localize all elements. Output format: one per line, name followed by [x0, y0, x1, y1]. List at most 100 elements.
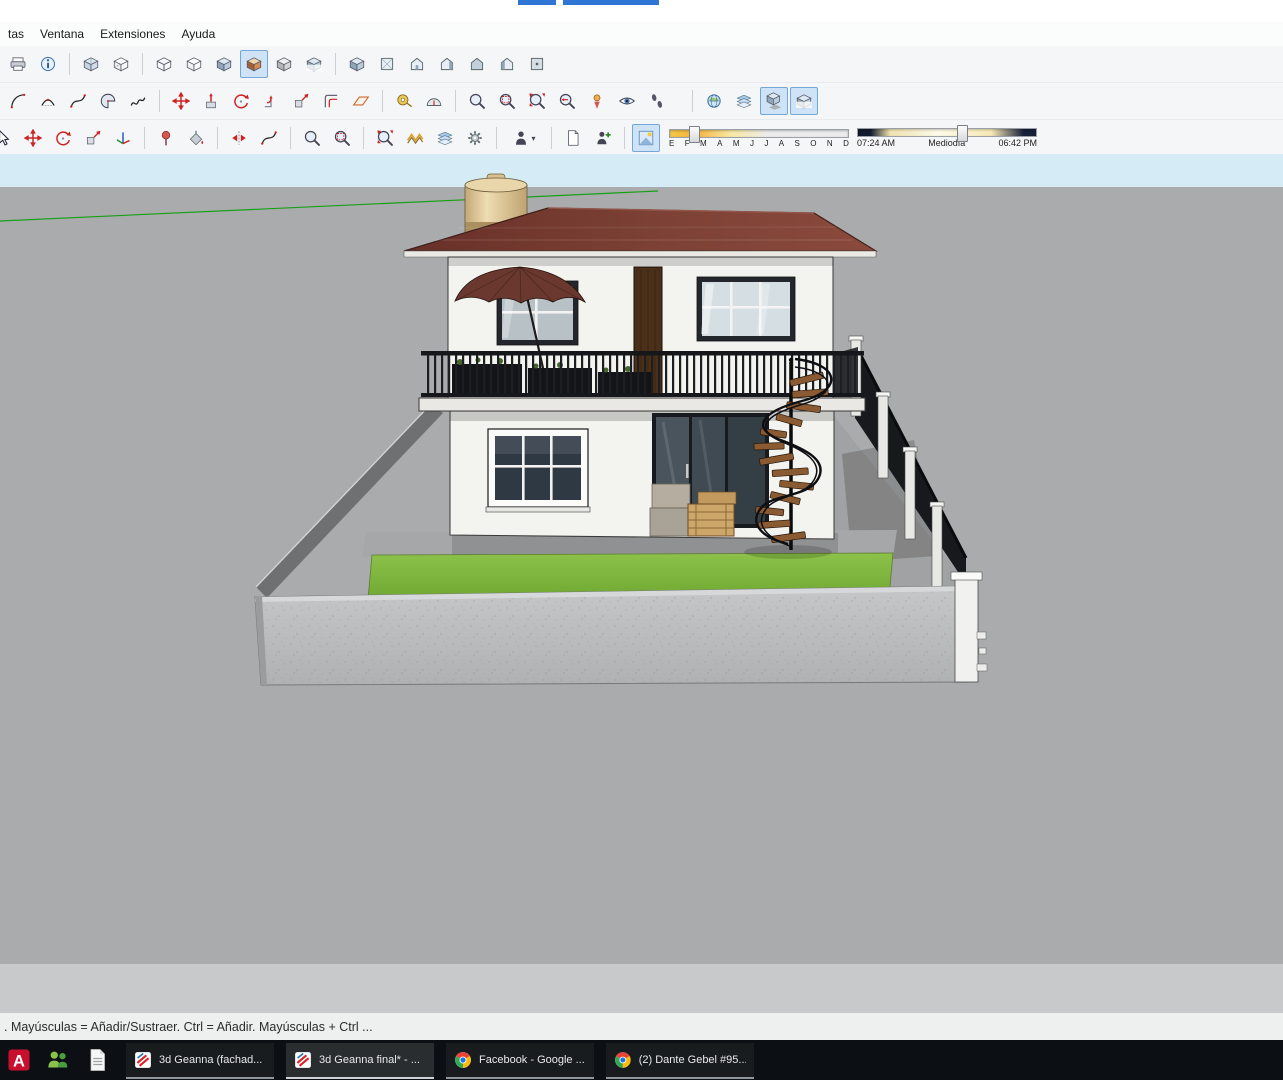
lower-window[interactable] — [486, 429, 590, 512]
menu-ayuda[interactable]: Ayuda — [173, 24, 223, 44]
protractor-button[interactable] — [420, 87, 448, 115]
sky — [0, 154, 1283, 187]
menu-ventana[interactable]: Ventana — [32, 24, 92, 44]
scale-button[interactable] — [287, 87, 315, 115]
back-edges-button[interactable] — [107, 50, 135, 78]
new-file-button[interactable] — [559, 124, 587, 152]
zoom-window-icon — [333, 129, 351, 147]
layers-manager-button[interactable] — [431, 124, 459, 152]
paint-bucket-button[interactable] — [182, 124, 210, 152]
styles-settings-button[interactable] — [461, 124, 489, 152]
gear-icon — [466, 129, 484, 147]
upper-right-window[interactable] — [697, 277, 795, 341]
select-button[interactable] — [0, 124, 17, 152]
time-slider-track[interactable] — [857, 128, 1037, 137]
fog-toggle-button[interactable] — [790, 87, 818, 115]
balcony-railing[interactable] — [421, 347, 864, 397]
scale-stretch-button[interactable] — [79, 124, 107, 152]
push-pull-button[interactable] — [197, 87, 225, 115]
taskbar-button[interactable]: (2) Dante Gebel #95... — [606, 1043, 754, 1079]
menu-extensiones[interactable]: Extensiones — [92, 24, 173, 44]
shaded-button[interactable] — [210, 50, 238, 78]
app-notepad-icon[interactable] — [81, 1044, 113, 1076]
month-label: E — [669, 140, 674, 148]
freehand-button[interactable] — [124, 87, 152, 115]
view-bottom-button[interactable] — [523, 50, 551, 78]
view-left-button[interactable] — [493, 50, 521, 78]
cube-hidden-icon — [185, 55, 203, 73]
zoom-tool-button[interactable] — [298, 124, 326, 152]
component-person-button[interactable]: ▾ — [504, 124, 544, 152]
zoom-window-button[interactable] — [493, 87, 521, 115]
view-right-button[interactable] — [433, 50, 461, 78]
wireframe-button[interactable] — [150, 50, 178, 78]
zoom-extents-button[interactable] — [523, 87, 551, 115]
offset-button[interactable] — [317, 87, 345, 115]
view-top-button[interactable] — [373, 50, 401, 78]
rotate-button[interactable] — [227, 87, 255, 115]
status-hint: . Mayúsculas = Añadir/Sustraer. Ctrl = A… — [4, 1020, 373, 1034]
geo-location-button[interactable] — [700, 87, 728, 115]
freehand-icon — [129, 92, 147, 110]
two-point-arc-button[interactable] — [34, 87, 62, 115]
move-copy-button[interactable] — [19, 124, 47, 152]
app-a-icon[interactable]: A — [3, 1044, 35, 1076]
month-label: M — [700, 140, 707, 148]
cube-textured-icon — [245, 55, 263, 73]
zoom-window-tool-button[interactable] — [328, 124, 356, 152]
month-label: D — [843, 140, 849, 148]
paint-icon — [187, 129, 205, 147]
section-plane-button[interactable] — [347, 87, 375, 115]
view-back-button[interactable] — [463, 50, 491, 78]
shadows-toggle-button[interactable] — [760, 87, 788, 115]
zoom-previous-button[interactable] — [553, 87, 581, 115]
monochrome-button[interactable] — [270, 50, 298, 78]
move-icon — [24, 129, 42, 147]
sketchup-icon — [134, 1051, 152, 1069]
taskbar-button[interactable]: 3d Geanna final* - ... — [286, 1043, 434, 1079]
toolbar-area: ▾ EFMAMJJASOND 07:24 AM Mediodía 06:42 P… — [0, 46, 1283, 154]
walk-button[interactable] — [643, 87, 671, 115]
tape-measure-button[interactable] — [390, 87, 418, 115]
date-slider-thumb[interactable] — [689, 126, 700, 143]
position-texture-button[interactable] — [152, 124, 180, 152]
app-people-icon[interactable] — [42, 1044, 74, 1076]
cube-mono-icon — [275, 55, 293, 73]
date-slider-track[interactable] — [669, 129, 849, 138]
lower-strip — [0, 964, 1283, 1013]
taskbar-button[interactable]: 3d Geanna (fachad... — [126, 1043, 274, 1079]
zoom-selection-button[interactable] — [371, 124, 399, 152]
pie-button[interactable] — [94, 87, 122, 115]
menu-tas[interactable]: tas — [0, 24, 32, 44]
time-slider-thumb[interactable] — [957, 125, 968, 142]
move-button[interactable] — [167, 87, 195, 115]
shadow-dialog-button[interactable] — [632, 124, 660, 152]
model-info-button[interactable] — [34, 50, 62, 78]
curve-button[interactable] — [64, 87, 92, 115]
modeling-viewport[interactable] — [0, 154, 1283, 964]
bezier-curve-button[interactable] — [255, 124, 283, 152]
x-ray-button[interactable] — [77, 50, 105, 78]
hidden-line-button[interactable] — [180, 50, 208, 78]
chrome-icon — [614, 1051, 632, 1069]
translucent-button[interactable] — [300, 50, 328, 78]
taskbar-button[interactable]: Facebook - Google ... — [446, 1043, 594, 1079]
zoom-button[interactable] — [463, 87, 491, 115]
statusbar: . Mayúsculas = Añadir/Sustraer. Ctrl = A… — [0, 1013, 1283, 1040]
axes-button[interactable] — [109, 124, 137, 152]
rotate-copy-button[interactable] — [49, 124, 77, 152]
follow-me-button[interactable] — [257, 87, 285, 115]
look-around-button[interactable] — [613, 87, 641, 115]
view-iso-button[interactable] — [343, 50, 371, 78]
add-person-button[interactable] — [589, 124, 617, 152]
print-button[interactable] — [4, 50, 32, 78]
position-camera-button[interactable] — [583, 87, 611, 115]
flip-button[interactable] — [225, 124, 253, 152]
arc-button[interactable] — [4, 87, 32, 115]
view-front-button[interactable] — [403, 50, 431, 78]
terrain-button[interactable] — [730, 87, 758, 115]
soften-edges-button[interactable] — [401, 124, 429, 152]
corner-post[interactable] — [955, 578, 978, 682]
toolbar-grip — [551, 127, 552, 149]
shaded-with-textures-button[interactable] — [240, 50, 268, 78]
